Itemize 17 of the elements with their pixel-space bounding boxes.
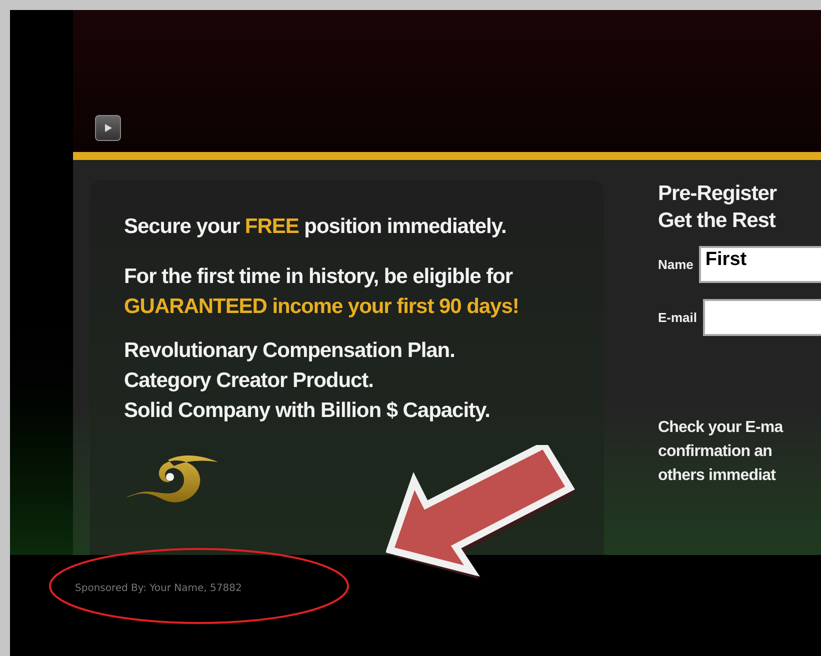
sponsor-text: Sponsored By: Your Name, 57882 [75,583,242,594]
field-label: Name [658,256,694,274]
headline-text: For the first time in history, be eligible for GUARANTEED income your first 90 days! [124,264,520,320]
feature-text: Revolutionary Compensation Plan. [124,338,456,364]
headline-text: Secure your FREE position immediately. [124,214,508,240]
play-icon [103,123,113,133]
note-text: confirmation an [658,442,774,462]
note-text: others immediat [658,466,777,486]
field-label: E-mail [658,308,698,327]
form-title: Get the Rest [658,208,777,234]
text-input[interactable] [703,299,821,336]
note-text: Check your E-ma [658,418,784,438]
play-button[interactable] [95,115,121,141]
feature-text: Solid Company with Billion $ Capacity. [124,398,491,424]
form-title: Pre-Register [658,181,778,207]
feature-text: Category Creator Product. [124,368,374,394]
text-input[interactable]: First [699,246,821,283]
